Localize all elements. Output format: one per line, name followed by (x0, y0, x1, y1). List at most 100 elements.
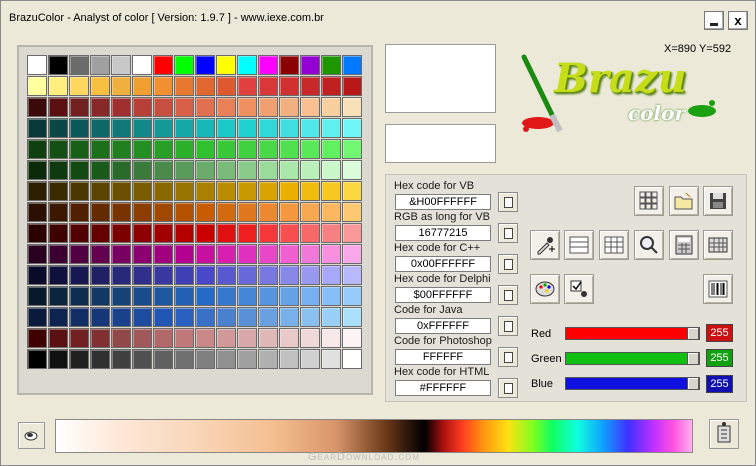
palette-swatch[interactable] (237, 286, 257, 306)
palette-swatch[interactable] (174, 328, 194, 348)
palette-swatch[interactable] (342, 139, 362, 159)
palette-swatch[interactable] (258, 328, 278, 348)
palette-swatch[interactable] (237, 265, 257, 285)
copy-cpp-button[interactable] (498, 254, 518, 274)
palette-swatch[interactable] (48, 76, 68, 96)
palette-swatch[interactable] (153, 118, 173, 138)
palette-swatch[interactable] (342, 181, 362, 201)
palette-swatch[interactable] (27, 328, 47, 348)
palette-swatch[interactable] (174, 286, 194, 306)
palette-swatch[interactable] (174, 181, 194, 201)
palette-swatch[interactable] (300, 307, 320, 327)
red-slider-thumb[interactable] (687, 327, 699, 340)
palette-swatch[interactable] (195, 265, 215, 285)
palette-swatch[interactable] (342, 160, 362, 180)
palette-swatch[interactable] (195, 76, 215, 96)
palette-swatch[interactable] (300, 328, 320, 348)
copy-vb-button[interactable] (498, 192, 518, 212)
palette-swatch[interactable] (90, 97, 110, 117)
palette-swatch[interactable] (216, 160, 236, 180)
palette-swatch[interactable] (300, 97, 320, 117)
code-value-delphi[interactable]: $00FFFFFF (395, 287, 491, 303)
palette-swatch[interactable] (174, 139, 194, 159)
palette-swatch[interactable] (279, 307, 299, 327)
palette-swatch[interactable] (174, 265, 194, 285)
table-view-button[interactable] (599, 230, 629, 260)
close-button[interactable]: x (728, 11, 748, 30)
palette-swatch[interactable] (111, 181, 131, 201)
palette-swatch[interactable] (258, 160, 278, 180)
palette-swatch[interactable] (90, 181, 110, 201)
palette-swatch[interactable] (279, 181, 299, 201)
palette-swatch[interactable] (153, 202, 173, 222)
palette-swatch[interactable] (300, 76, 320, 96)
palette-swatch[interactable] (132, 202, 152, 222)
palette-swatch[interactable] (132, 223, 152, 243)
palette-swatch[interactable] (342, 76, 362, 96)
palette-swatch[interactable] (342, 223, 362, 243)
palette-swatch[interactable] (174, 307, 194, 327)
green-slider[interactable] (565, 352, 700, 365)
palette-swatch[interactable] (27, 97, 47, 117)
red-slider[interactable] (565, 327, 700, 340)
palette-swatch[interactable] (342, 307, 362, 327)
palette-swatch[interactable] (195, 202, 215, 222)
palette-swatch[interactable] (237, 244, 257, 264)
palette-swatch[interactable] (300, 139, 320, 159)
copy-photoshop-button[interactable] (498, 347, 518, 367)
palette-swatch[interactable] (342, 202, 362, 222)
palette-swatch[interactable] (48, 139, 68, 159)
palette-swatch[interactable] (258, 307, 278, 327)
copy-html-button[interactable] (498, 378, 518, 398)
palette-swatch[interactable] (132, 244, 152, 264)
palette-swatch[interactable] (69, 76, 89, 96)
palette-swatch[interactable] (48, 328, 68, 348)
palette-swatch[interactable] (90, 55, 110, 75)
palette-swatch[interactable] (90, 328, 110, 348)
palette-swatch[interactable] (69, 202, 89, 222)
palette-swatch[interactable] (90, 139, 110, 159)
palette-swatch[interactable] (300, 202, 320, 222)
palette-swatch[interactable] (237, 307, 257, 327)
palette-swatch[interactable] (279, 286, 299, 306)
palette-swatch[interactable] (27, 244, 47, 264)
palette-swatch[interactable] (153, 244, 173, 264)
palette-swatch[interactable] (237, 139, 257, 159)
palette-swatch[interactable] (258, 181, 278, 201)
palette-swatch[interactable] (279, 202, 299, 222)
red-value[interactable]: 255 (706, 324, 733, 342)
palette-swatch[interactable] (195, 307, 215, 327)
palette-swatch[interactable] (132, 160, 152, 180)
palette-swatch[interactable] (153, 307, 173, 327)
palette-swatch[interactable] (132, 181, 152, 201)
palette-swatch[interactable] (69, 307, 89, 327)
palette-swatch[interactable] (300, 223, 320, 243)
palette-swatch[interactable] (90, 118, 110, 138)
palette-swatch[interactable] (132, 139, 152, 159)
palette-swatch[interactable] (216, 328, 236, 348)
green-value[interactable]: 255 (706, 349, 733, 367)
blue-value[interactable]: 255 (706, 375, 733, 393)
palette-swatch[interactable] (321, 265, 341, 285)
palette-swatch[interactable] (90, 76, 110, 96)
code-value-html[interactable]: #FFFFFF (395, 380, 491, 396)
palette-list-button[interactable] (703, 230, 733, 260)
palette-swatch[interactable] (300, 181, 320, 201)
palette-swatch[interactable] (321, 76, 341, 96)
palette-swatch[interactable] (321, 349, 341, 369)
palette-swatch[interactable] (153, 223, 173, 243)
list-view-button[interactable] (564, 230, 594, 260)
exit-button[interactable] (709, 419, 739, 449)
palette-swatch[interactable] (27, 55, 47, 75)
palette-swatch[interactable] (321, 160, 341, 180)
palette-swatch[interactable] (27, 265, 47, 285)
palette-swatch[interactable] (48, 244, 68, 264)
palette-swatch[interactable] (342, 328, 362, 348)
copy-delphi-button[interactable] (498, 285, 518, 305)
palette-swatch[interactable] (111, 76, 131, 96)
color-spectrum-bar[interactable] (55, 419, 693, 453)
palette-swatch[interactable] (174, 223, 194, 243)
palette-swatch[interactable] (195, 244, 215, 264)
palette-swatch[interactable] (132, 76, 152, 96)
palette-swatch[interactable] (258, 265, 278, 285)
